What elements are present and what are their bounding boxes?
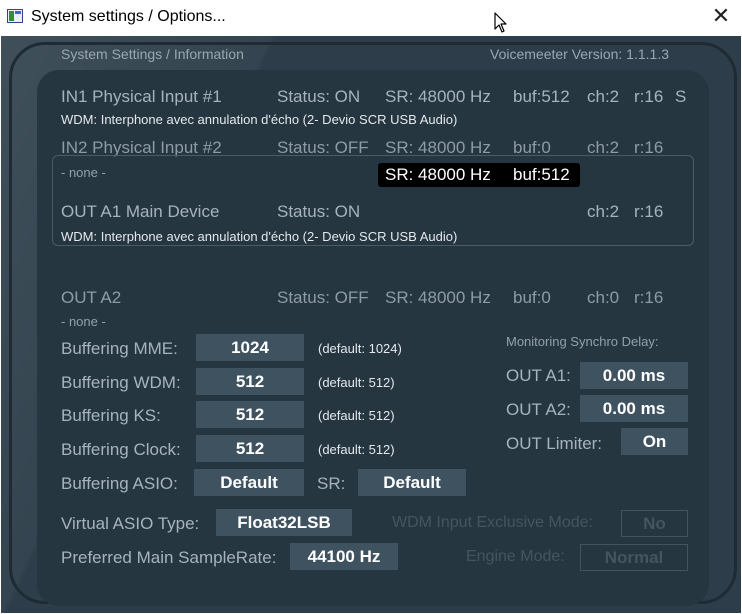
buffering-wdm-default: (default: 512) bbox=[318, 375, 395, 390]
in1-detail[interactable]: WDM: Interphone avec annulation d'écho (… bbox=[61, 112, 457, 127]
buffering-asio-label: Buffering ASIO: bbox=[61, 474, 178, 493]
out-limiter-toggle[interactable]: On bbox=[621, 428, 688, 455]
out-a1-name: OUT A1 Main Device bbox=[61, 202, 220, 221]
title-bar: System settings / Options... ✕ bbox=[0, 0, 742, 35]
engine-mode-value[interactable]: Normal bbox=[580, 544, 688, 571]
buffering-clock-default: (default: 512) bbox=[318, 442, 395, 457]
close-button[interactable]: ✕ bbox=[700, 0, 742, 35]
app-icon bbox=[7, 9, 23, 23]
buffering-ks-label: Buffering KS: bbox=[61, 406, 161, 425]
buffering-ks-value[interactable]: 512 bbox=[196, 401, 304, 428]
out-a1-ch: ch:2 bbox=[587, 202, 620, 221]
in1-buf: buf:512 bbox=[513, 87, 570, 106]
out-a1-sr: SR: 48000 Hz bbox=[385, 165, 491, 184]
out-a2-r: r:16 bbox=[634, 288, 664, 307]
settings-header: System Settings / Information bbox=[61, 46, 244, 62]
out-a2-delay-label: OUT A2: bbox=[506, 400, 571, 419]
in1-extra: S bbox=[675, 87, 687, 106]
out-a2-status: Status: OFF bbox=[277, 288, 369, 307]
version-label: Voicemeeter Version: 1.1.1.3 bbox=[490, 46, 669, 62]
buffering-wdm-label: Buffering WDM: bbox=[61, 373, 181, 392]
out-a2-delay-value[interactable]: 0.00 ms bbox=[580, 395, 688, 422]
asio-sr-label: SR: bbox=[317, 474, 346, 493]
monitoring-title: Monitoring Synchro Delay: bbox=[506, 334, 659, 349]
out-a2-detail[interactable]: - none - bbox=[61, 314, 106, 329]
in1-status: Status: ON bbox=[277, 87, 361, 106]
engine-mode-label: Engine Mode: bbox=[466, 548, 565, 565]
virtual-asio-value[interactable]: Float32LSB bbox=[216, 509, 352, 536]
virtual-asio-label: Virtual ASIO Type: bbox=[61, 514, 200, 533]
buffering-asio-value[interactable]: Default bbox=[194, 469, 304, 496]
in1-ch: ch:2 bbox=[587, 87, 620, 106]
buffering-ks-default: (default: 512) bbox=[318, 408, 395, 423]
window-title: System settings / Options... bbox=[31, 8, 226, 25]
preferred-samplerate-value[interactable]: 44100 Hz bbox=[290, 543, 398, 570]
wdm-exclusive-toggle[interactable]: No bbox=[621, 510, 688, 537]
out-limiter-label: OUT Limiter: bbox=[506, 434, 603, 453]
out-a1-status: Status: ON bbox=[277, 202, 361, 221]
buffering-mme-value[interactable]: 1024 bbox=[196, 334, 304, 361]
buffering-clock-value[interactable]: 512 bbox=[196, 435, 304, 462]
out-a1-detail[interactable]: WDM: Interphone avec annulation d'écho (… bbox=[61, 229, 457, 244]
in1-sr: SR: 48000 Hz bbox=[385, 87, 491, 106]
buffering-mme-label: Buffering MME: bbox=[61, 339, 178, 358]
buffering-wdm-value[interactable]: 512 bbox=[196, 368, 304, 395]
out-a2-name: OUT A2 bbox=[61, 288, 122, 307]
out-a2-buf: buf:0 bbox=[513, 288, 551, 307]
out-a1-highlight: SR: 48000 Hz buf:512 bbox=[378, 163, 580, 187]
out-a1-buf: buf:512 bbox=[513, 165, 570, 184]
mouse-cursor-icon bbox=[494, 12, 507, 33]
out-a2-ch: ch:0 bbox=[587, 288, 620, 307]
buffering-clock-label: Buffering Clock: bbox=[61, 440, 181, 459]
buffering-mme-default: (default: 1024) bbox=[318, 341, 402, 356]
out-a1-delay-value[interactable]: 0.00 ms bbox=[580, 362, 688, 389]
out-a2-sr: SR: 48000 Hz bbox=[385, 288, 491, 307]
out-a1-delay-label: OUT A1: bbox=[506, 366, 571, 385]
preferred-samplerate-label: Preferred Main SampleRate: bbox=[61, 548, 277, 567]
in1-r: r:16 bbox=[634, 87, 664, 106]
out-a1-r: r:16 bbox=[634, 202, 664, 221]
asio-sr-value[interactable]: Default bbox=[358, 469, 466, 496]
in1-name: IN1 Physical Input #1 bbox=[61, 87, 222, 106]
wdm-exclusive-label: WDM Input Exclusive Mode: bbox=[392, 514, 593, 531]
